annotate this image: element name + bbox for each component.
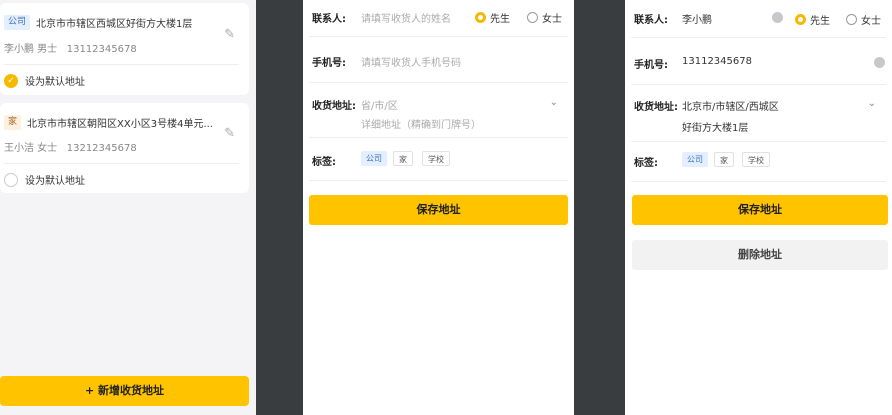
address-label: 收货地址:	[634, 102, 678, 113]
radio-selected-icon	[475, 12, 486, 23]
address-line: 公司 北京市市辖区西城区好街方大楼1层	[4, 15, 192, 30]
edit-pencil-icon[interactable]: ✎	[224, 27, 235, 42]
contact-input[interactable]: 请填写收货人的姓名	[361, 10, 451, 25]
row-divider	[631, 141, 886, 142]
contact-phone: 13212345678	[66, 143, 137, 154]
row-divider	[631, 37, 886, 38]
row-divider	[631, 181, 886, 182]
tags-label: 标签:	[312, 157, 336, 168]
address-list-panel: 公司 北京市市辖区西城区好街方大楼1层 李小鹏 男士 13112345678 ✎…	[0, 0, 256, 415]
tag-school[interactable]: 学校	[422, 151, 450, 166]
contact-input[interactable]: 李小鹏	[682, 11, 712, 26]
tag-school[interactable]: 学校	[742, 152, 770, 167]
chevron-down-icon[interactable]: ⌄	[868, 98, 876, 109]
address-card[interactable]: 家 北京市市辖区朝阳区XX小区3号楼4单元... 王小洁 女士 13212345…	[0, 103, 249, 193]
default-label: 设为默认地址	[25, 176, 85, 187]
gender-male-radio[interactable]: 先生	[795, 12, 830, 27]
chevron-down-icon[interactable]: ⌄	[550, 97, 558, 108]
gender-male-label: 先生	[490, 14, 510, 25]
phone-input[interactable]: 13112345678	[682, 56, 752, 67]
gender-male-radio[interactable]: 先生	[475, 10, 510, 25]
tag-company[interactable]: 公司	[682, 152, 708, 167]
gender-female-radio[interactable]: 女士	[846, 12, 881, 27]
radio-unselected-icon	[527, 12, 538, 23]
row-divider	[631, 84, 886, 85]
tag-company[interactable]: 公司	[361, 151, 387, 166]
tag-home[interactable]: 家	[393, 151, 413, 166]
contact-label: 联系人:	[634, 15, 668, 26]
address-tag: 家	[4, 115, 22, 130]
radio-selected-icon	[795, 14, 806, 25]
phone-label: 手机号:	[634, 60, 668, 71]
contact-row: 联系人: 请填写收货人的姓名 先生 女士	[309, 9, 568, 25]
tags-row: 标签: 公司 家 学校	[309, 151, 568, 169]
new-address-form: 联系人: 请填写收货人的姓名 先生 女士 手机号: 请填写收货人手机号码 收货地…	[303, 0, 574, 415]
clear-icon[interactable]	[874, 57, 885, 68]
watermark: CSDN @phenomenal99	[734, 395, 884, 409]
card-divider	[4, 163, 239, 164]
tags-label: 标签:	[634, 158, 658, 169]
address-row: 收货地址: 北京市/市辖区/西城区 ⌄ 好街方大楼1层	[631, 98, 886, 134]
checked-circle-icon[interactable]: ✓	[4, 73, 18, 88]
card-divider	[4, 64, 239, 65]
region-picker[interactable]: 省/市/区	[361, 97, 398, 112]
row-divider	[309, 137, 568, 138]
gender-male-label: 先生	[810, 16, 830, 27]
save-address-button[interactable]: 保存地址	[632, 195, 888, 225]
radio-unselected-icon	[846, 14, 857, 25]
contact-line: 王小洁 女士 13212345678	[4, 139, 137, 154]
row-divider	[309, 82, 568, 83]
phone-label: 手机号:	[312, 58, 346, 69]
contact-phone: 13112345678	[66, 44, 137, 55]
delete-address-button[interactable]: 删除地址	[632, 240, 888, 270]
save-address-button[interactable]: 保存地址	[309, 195, 568, 225]
address-row: 收货地址: 省/市/区 ⌄ 详细地址（精确到门牌号）	[309, 97, 568, 131]
default-label: 设为默认地址	[25, 77, 85, 88]
gender-female-label: 女士	[542, 14, 562, 25]
contact-line: 李小鹏 男士 13112345678	[4, 40, 137, 55]
row-divider	[309, 180, 568, 181]
contact-row: 联系人: 李小鹏 先生 女士	[631, 11, 886, 27]
address-text: 北京市市辖区西城区好街方大楼1层	[36, 19, 193, 30]
default-toggle[interactable]: 设为默认地址	[4, 172, 85, 187]
phone-row: 手机号: 请填写收货人手机号码	[309, 54, 568, 70]
edit-address-form: 联系人: 李小鹏 先生 女士 手机号: 13112345678 收货地址: 北京…	[625, 0, 892, 415]
tag-home[interactable]: 家	[714, 152, 734, 167]
region-picker[interactable]: 北京市/市辖区/西城区	[682, 98, 779, 113]
gender-female-label: 女士	[861, 16, 881, 27]
phone-input[interactable]: 请填写收货人手机号码	[361, 54, 461, 69]
default-toggle[interactable]: ✓ 设为默认地址	[4, 73, 85, 88]
edit-pencil-icon[interactable]: ✎	[224, 126, 235, 141]
address-card[interactable]: 公司 北京市市辖区西城区好街方大楼1层 李小鹏 男士 13112345678 ✎…	[0, 3, 249, 95]
row-divider	[309, 36, 568, 37]
tags-row: 标签: 公司 家 学校	[631, 152, 886, 170]
contact-name: 李小鹏 男士	[4, 44, 58, 55]
address-label: 收货地址:	[312, 101, 356, 112]
contact-label: 联系人:	[312, 14, 346, 25]
unchecked-circle-icon[interactable]	[4, 172, 18, 187]
clear-icon[interactable]	[772, 12, 783, 23]
detail-address-input[interactable]: 详细地址（精确到门牌号）	[361, 116, 481, 131]
address-text: 北京市市辖区朝阳区XX小区3号楼4单元...	[27, 119, 213, 130]
contact-name: 王小洁 女士	[4, 143, 58, 154]
phone-row: 手机号: 13112345678	[631, 56, 886, 72]
detail-address-input[interactable]: 好街方大楼1层	[682, 119, 748, 134]
gender-female-radio[interactable]: 女士	[527, 10, 562, 25]
add-address-button[interactable]: + 新增收货地址	[0, 376, 249, 406]
address-tag: 公司	[4, 15, 31, 30]
address-line: 家 北京市市辖区朝阳区XX小区3号楼4单元...	[4, 115, 213, 130]
